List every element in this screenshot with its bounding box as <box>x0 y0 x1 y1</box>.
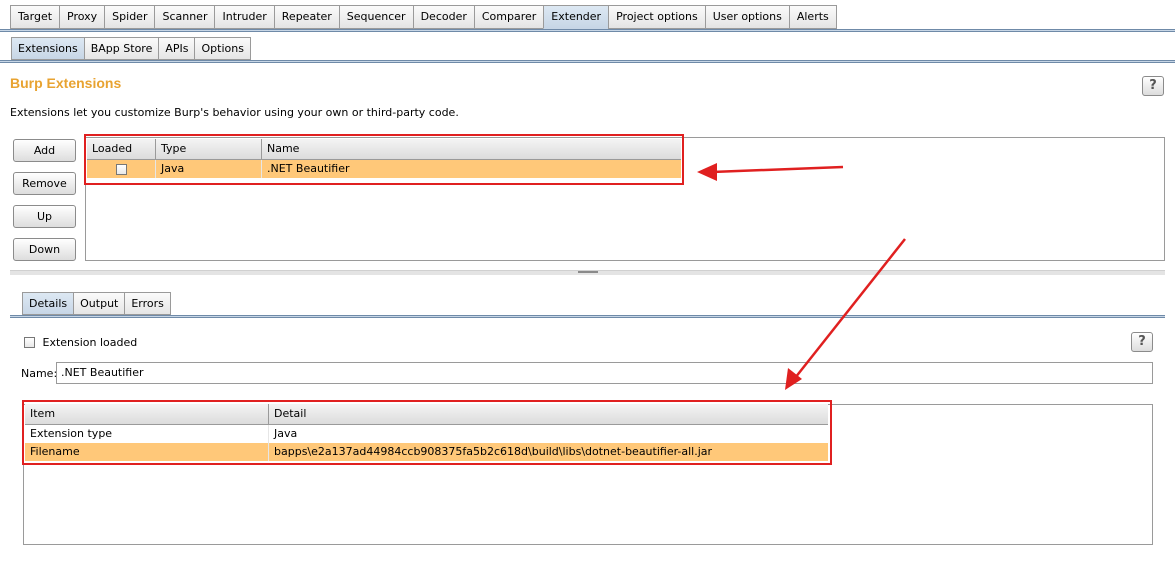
table-row[interactable]: Java .NET Beautifier <box>87 160 681 178</box>
extensions-table: Loaded Type Name Java .NET Beautifier <box>87 139 681 178</box>
main-tab-bar: Target Proxy Spider Scanner Intruder Rep… <box>10 5 837 29</box>
column-header-loaded[interactable]: Loaded <box>87 139 156 159</box>
tab-errors[interactable]: Errors <box>124 292 171 315</box>
column-header-name[interactable]: Name <box>262 139 681 159</box>
tab-user-options[interactable]: User options <box>704 5 789 29</box>
splitter-grip[interactable] <box>578 271 598 273</box>
tab-scanner[interactable]: Scanner <box>154 5 215 29</box>
tab-details[interactable]: Details <box>22 292 74 315</box>
column-header-item[interactable]: Item <box>25 404 269 424</box>
tab-spider[interactable]: Spider <box>104 5 155 29</box>
tab-proxy[interactable]: Proxy <box>59 5 105 29</box>
detail-cell: bapps\e2a137ad44984ccb908375fa5b2c618d\b… <box>274 445 713 458</box>
detail-tabs: Details Output Errors <box>22 292 171 315</box>
column-header-type[interactable]: Type <box>156 139 262 159</box>
name-field[interactable]: .NET Beautifier <box>56 362 1153 384</box>
section-description: Extensions let you customize Burp's beha… <box>10 106 459 119</box>
name-label: Name: <box>21 367 58 380</box>
loaded-checkbox[interactable] <box>115 163 127 175</box>
tab-apis[interactable]: APIs <box>158 37 195 60</box>
tab-extender[interactable]: Extender <box>543 5 609 29</box>
table-row[interactable]: Filename bapps\e2a137ad44984ccb908375fa5… <box>25 443 828 461</box>
tab-comparer[interactable]: Comparer <box>473 5 544 29</box>
sub-tab-underline <box>0 60 1175 63</box>
help-icon[interactable]: ? <box>1131 332 1153 352</box>
tab-target[interactable]: Target <box>10 5 60 29</box>
item-cell: Filename <box>25 443 269 461</box>
tab-intruder[interactable]: Intruder <box>214 5 274 29</box>
tab-decoder[interactable]: Decoder <box>412 5 474 29</box>
section-title: Burp Extensions <box>10 75 122 91</box>
extension-type-cell: Java <box>156 160 262 178</box>
tab-alerts[interactable]: Alerts <box>788 5 837 29</box>
tab-sequencer[interactable]: Sequencer <box>338 5 413 29</box>
up-button[interactable]: Up <box>13 205 76 228</box>
tab-output[interactable]: Output <box>73 292 125 315</box>
tab-project-options[interactable]: Project options <box>608 5 705 29</box>
table-row[interactable]: Extension type Java <box>25 425 828 443</box>
extender-sub-tabs: Extensions BApp Store APIs Options <box>11 37 251 60</box>
column-header-detail[interactable]: Detail <box>269 404 828 424</box>
extension-loaded-row: Extension loaded <box>24 335 137 349</box>
details-table: Item Detail Extension type Java Filename… <box>25 404 828 461</box>
tab-extensions[interactable]: Extensions <box>11 37 84 60</box>
extension-loaded-label: Extension loaded <box>42 335 138 349</box>
item-cell: Extension type <box>25 425 269 443</box>
tab-bapp-store[interactable]: BApp Store <box>83 37 159 60</box>
tab-repeater[interactable]: Repeater <box>273 5 339 29</box>
detail-tab-underline <box>10 315 1165 318</box>
tab-options[interactable]: Options <box>194 37 251 60</box>
down-button[interactable]: Down <box>13 238 76 261</box>
detail-cell: Java <box>274 427 298 440</box>
remove-button[interactable]: Remove <box>13 172 76 195</box>
tab-bar-underline <box>0 29 1175 32</box>
help-icon[interactable]: ? <box>1142 76 1164 96</box>
add-button[interactable]: Add <box>13 139 76 162</box>
extension-name-cell: .NET Beautifier <box>267 162 350 175</box>
extension-loaded-checkbox[interactable] <box>24 336 35 348</box>
